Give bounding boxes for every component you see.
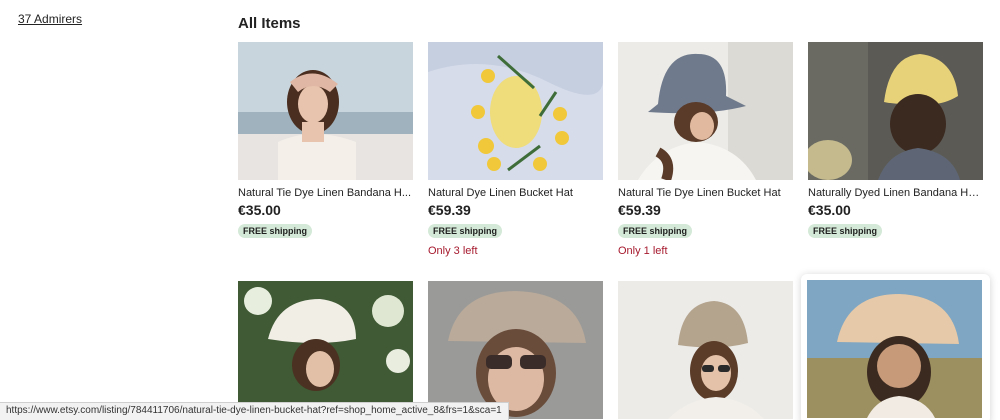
listing-image[interactable] — [238, 281, 413, 419]
section-title: All Items — [238, 15, 301, 32]
listing-price: €35.00 — [238, 202, 281, 218]
stock-warning: Only 3 left — [428, 245, 478, 257]
listing-card[interactable]: Natural Tie Dye Linen Bucket Hat €59.39 … — [618, 42, 793, 257]
listing-card[interactable]: Natural Dye Linen Bucket Hat €59.39 FREE… — [428, 42, 603, 257]
status-bar-url: https://www.etsy.com/listing/784411706/n… — [0, 402, 509, 420]
listing-price: €59.39 — [428, 202, 471, 218]
free-shipping-badge: FREE shipping — [808, 224, 882, 238]
stock-warning: Only 1 left — [618, 245, 668, 257]
free-shipping-badge: FREE shipping — [428, 224, 502, 238]
listing-price: €59.39 — [618, 202, 661, 218]
listing-card[interactable]: Naturally Dyed Linen Bandana He... €35.0… — [808, 42, 983, 239]
listing-image[interactable] — [618, 281, 793, 419]
listing-image[interactable] — [808, 42, 983, 180]
listing-card[interactable] — [238, 281, 413, 419]
listing-image[interactable] — [428, 42, 603, 180]
admirers-link[interactable]: 37 Admirers — [18, 12, 82, 26]
listing-title[interactable]: Natural Dye Linen Bucket Hat — [428, 187, 603, 199]
listing-image[interactable] — [618, 42, 793, 180]
free-shipping-badge: FREE shipping — [238, 224, 312, 238]
listing-title[interactable]: Naturally Dyed Linen Bandana He... — [808, 187, 983, 199]
listing-title[interactable]: Natural Tie Dye Linen Bandana H... — [238, 187, 413, 199]
listing-title[interactable]: Natural Tie Dye Linen Bucket Hat — [618, 187, 793, 199]
listing-price: €35.00 — [808, 202, 851, 218]
listing-card-hovered[interactable] — [801, 274, 990, 420]
free-shipping-badge: FREE shipping — [618, 224, 692, 238]
listing-image[interactable] — [807, 280, 982, 418]
listing-image[interactable] — [238, 42, 413, 180]
listing-card[interactable] — [428, 281, 603, 419]
listing-image[interactable] — [428, 281, 603, 419]
listing-card[interactable]: Natural Tie Dye Linen Bandana H... €35.0… — [238, 42, 413, 239]
listing-card[interactable] — [618, 281, 793, 419]
